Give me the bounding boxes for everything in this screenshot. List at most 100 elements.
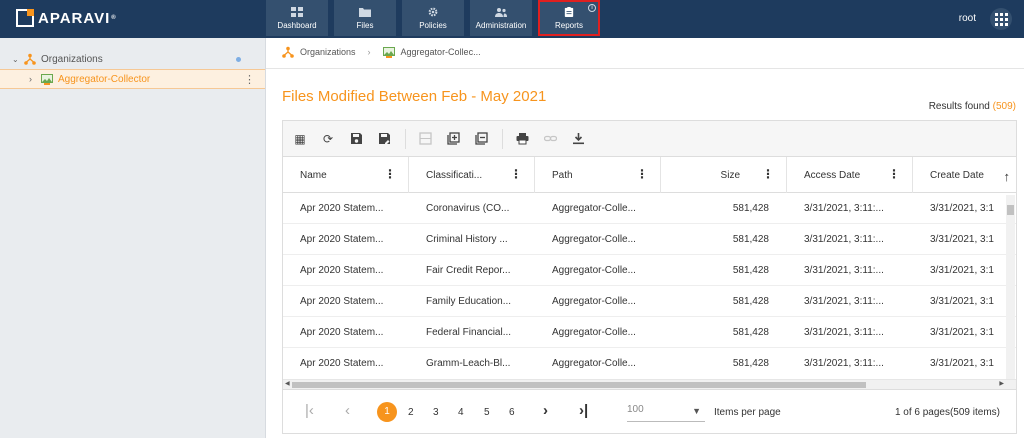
table-row[interactable]: Apr 2020 Statem... Coronavirus (CO... Aggr… [283, 193, 1016, 224]
breadcrumb-organizations[interactable]: Organizations [300, 47, 356, 57]
refresh-icon[interactable]: ⟳ [321, 132, 335, 146]
folder-icon [359, 7, 371, 17]
nav-reports-button[interactable]: i Reports [538, 0, 600, 36]
cell-path: Aggregator-Colle... [552, 264, 636, 276]
nav-administration-label: Administration [475, 20, 527, 30]
column-menu-icon[interactable]: ⋮ [636, 167, 648, 181]
cell-access-date: 3/31/2021, 3:11:... [804, 202, 884, 214]
column-header-path[interactable]: Path ⋮ [535, 157, 661, 193]
column-menu-icon[interactable]: ⋮ [762, 167, 774, 181]
user-name[interactable]: root [959, 13, 976, 24]
nav-dashboard-button[interactable]: Dashboard [266, 0, 328, 36]
cell-access-date: 3/31/2021, 3:11:... [804, 326, 884, 338]
column-menu-icon[interactable]: ⋮ [888, 167, 900, 181]
vertical-scrollbar[interactable] [1006, 195, 1015, 381]
cell-classification: Criminal History ... [426, 233, 508, 245]
previous-page-icon[interactable]: ‹ [345, 402, 350, 419]
logo-trademark: ® [111, 15, 117, 21]
cell-name: Apr 2020 Statem... [300, 326, 384, 338]
cell-classification: Family Education... [426, 295, 512, 307]
next-page-icon[interactable]: › [543, 402, 548, 419]
breadcrumb-separator-icon: › [367, 47, 371, 57]
chevron-down-icon[interactable]: ⌄ [12, 55, 20, 64]
print-icon[interactable] [515, 132, 529, 146]
scroll-thumb[interactable] [292, 382, 866, 388]
table-row[interactable]: Apr 2020 Statem... Gramm-Leach-Bl... Aggre… [283, 348, 1016, 377]
horizontal-scrollbar[interactable]: ◀ ▶ [283, 379, 1016, 389]
collapse-icon[interactable] [418, 132, 432, 146]
table-row[interactable]: Apr 2020 Statem... Family Education... Agg… [283, 286, 1016, 317]
cell-path: Aggregator-Colle... [552, 202, 636, 214]
items-per-page-label: Items per page [714, 407, 781, 418]
link-icon[interactable] [543, 132, 557, 146]
more-vert-icon[interactable]: ⋮ [244, 73, 255, 86]
nav-files-button[interactable]: Files [334, 0, 396, 36]
page-5-button[interactable]: 5 [484, 407, 490, 418]
results-label: Results found [928, 101, 990, 112]
nav-dashboard-label: Dashboard [277, 20, 317, 30]
page-2-button[interactable]: 2 [408, 407, 414, 418]
pagination: |‹ ‹ 1 2 3 4 5 6 › ›| 100 ▼ Items per pa… [282, 390, 1017, 434]
page-6-button[interactable]: 6 [509, 407, 515, 418]
collector-icon [382, 46, 395, 58]
chevron-right-icon[interactable]: › [29, 74, 37, 84]
cell-classification: Gramm-Leach-Bl... [426, 357, 511, 369]
last-page-icon[interactable]: ›| [579, 402, 588, 419]
breadcrumb-aggregator-collector[interactable]: Aggregator-Collec... [401, 47, 481, 57]
column-header-create-date[interactable]: Create Date [913, 157, 1003, 193]
table-row[interactable]: Apr 2020 Statem... Criminal History ... Ag… [283, 224, 1016, 255]
clipboard-icon [564, 6, 574, 17]
scroll-right-icon[interactable]: ▶ [999, 380, 1004, 387]
cell-access-date: 3/31/2021, 3:11:... [804, 233, 884, 245]
cell-size: 581,428 [732, 357, 769, 369]
column-header-access-date[interactable]: Access Date ⋮ [787, 157, 913, 193]
cell-path: Aggregator-Colle... [552, 326, 636, 338]
cell-create-date: 3/31/2021, 3:1 [930, 295, 994, 307]
cell-classification: Fair Credit Repor... [426, 264, 511, 276]
column-header-classification[interactable]: Classificati... ⋮ [409, 157, 535, 193]
table-row[interactable]: Apr 2020 Statem... Fair Credit Repor... Ag… [283, 255, 1016, 286]
nav-files-label: Files [356, 20, 374, 30]
dashboard-icon [291, 6, 303, 17]
tree-item-organizations[interactable]: ⌄ Organizations [0, 49, 265, 69]
column-label: Create Date [930, 169, 984, 181]
page-3-button[interactable]: 3 [433, 407, 439, 418]
add-copy-icon[interactable] [446, 132, 460, 146]
scroll-left-icon[interactable]: ◀ [285, 380, 290, 387]
cell-classification: Federal Financial... [426, 326, 512, 338]
cell-access-date: 3/31/2021, 3:11:... [804, 264, 884, 276]
cell-create-date: 3/31/2021, 3:1 [930, 357, 994, 369]
cell-path: Aggregator-Colle... [552, 233, 636, 245]
save-as-icon[interactable] [377, 132, 391, 146]
save-icon[interactable] [349, 132, 363, 146]
page-1-button[interactable]: 1 [377, 402, 397, 422]
table-view-icon[interactable]: ▦ [293, 132, 307, 146]
nav-policies-label: Policies [419, 20, 447, 30]
cell-classification: Coronavirus (CO... [426, 202, 510, 214]
nav-administration-button[interactable]: Administration [470, 0, 532, 36]
page-4-button[interactable]: 4 [458, 407, 464, 418]
apps-grid-icon[interactable] [990, 8, 1012, 30]
tree-item-aggregator-collector[interactable]: › Aggregator-Collector ⋮ [0, 69, 265, 89]
items-per-page-select[interactable]: 100 ▼ [627, 404, 705, 422]
dropdown-arrow-icon: ▼ [692, 406, 701, 416]
first-page-icon[interactable]: |‹ [305, 402, 314, 419]
results-found: Results found (509) [929, 101, 1016, 112]
report-title: Files Modified Between Feb - May 2021 [282, 88, 547, 105]
table-row[interactable]: Apr 2020 Statem... Federal Financial... Ag… [283, 317, 1016, 348]
download-icon[interactable] [571, 132, 585, 146]
column-header-size[interactable]: Size ⋮ [661, 157, 787, 193]
column-header-name[interactable]: Name ⋮ [283, 157, 409, 193]
grid-toolbar: ▦ ⟳ [283, 121, 1016, 157]
cell-size: 581,428 [732, 202, 769, 214]
organization-icon [24, 53, 36, 65]
nav-policies-button[interactable]: Policies [402, 0, 464, 36]
sort-arrow-icon[interactable]: ↑ [1004, 169, 1011, 184]
cell-create-date: 3/31/2021, 3:1 [930, 233, 994, 245]
column-menu-icon[interactable]: ⋮ [510, 167, 522, 181]
copy-icon[interactable] [474, 132, 488, 146]
column-menu-icon[interactable]: ⋮ [384, 167, 396, 181]
info-icon[interactable]: i [588, 4, 596, 12]
aparavi-logo[interactable]: APARAVI ® [16, 9, 117, 27]
scroll-thumb[interactable] [1007, 205, 1014, 215]
